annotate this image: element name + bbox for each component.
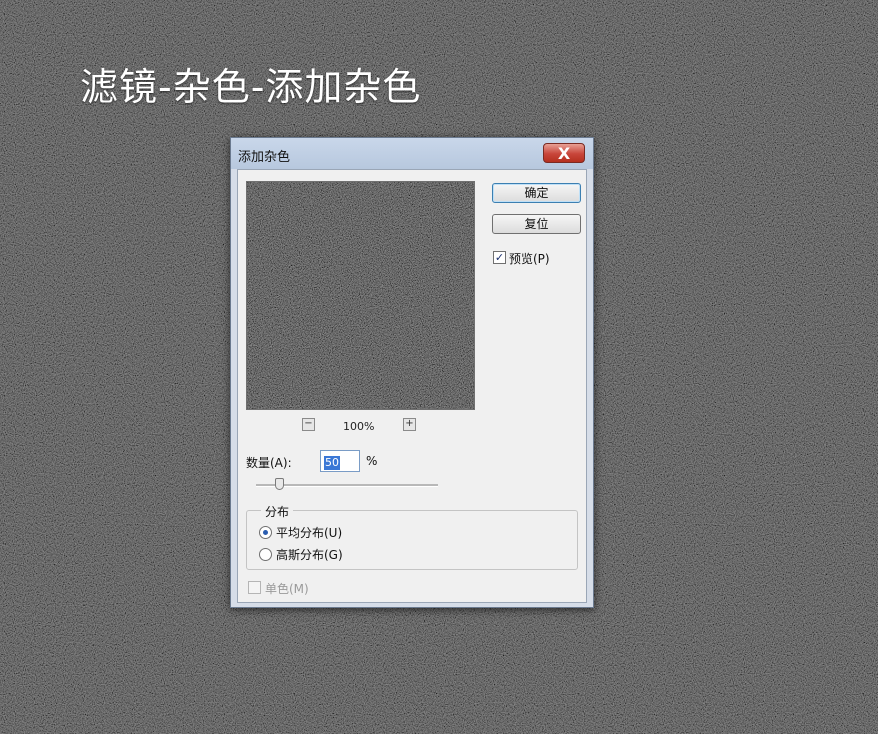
preview-checkbox[interactable]: ✓ <box>493 251 506 264</box>
gaussian-radio[interactable] <box>259 548 272 561</box>
preview-label: 预览(P) <box>509 252 550 266</box>
amount-unit: % <box>366 454 378 468</box>
amount-slider-thumb[interactable] <box>274 478 284 490</box>
uniform-radio[interactable] <box>259 526 272 539</box>
distribution-legend: 分布 <box>261 503 294 520</box>
amount-input[interactable]: 50 <box>320 450 360 472</box>
monochromatic-label: 单色(M) <box>265 582 309 596</box>
distribution-group: 分布 平均分布(U) 高斯分布(G) <box>246 503 578 570</box>
ok-button[interactable]: 确定 <box>492 183 581 203</box>
uniform-label: 平均分布(U) <box>276 526 343 540</box>
add-noise-dialog: 添加杂色 X − 100% + 确定 复位 ✓ 预览(P) 数量(A): 50 … <box>230 137 594 608</box>
close-button[interactable]: X <box>543 143 585 163</box>
zoom-out-button[interactable]: − <box>302 418 315 431</box>
dialog-titlebar[interactable]: 添加杂色 X <box>231 138 593 169</box>
preview-image[interactable] <box>246 181 475 410</box>
page-title: 滤镜-杂色-添加杂色 <box>80 65 422 109</box>
gaussian-label: 高斯分布(G) <box>276 548 343 562</box>
noise-preview-graphic <box>247 182 474 409</box>
amount-label: 数量(A): <box>246 456 292 470</box>
amount-value: 50 <box>324 456 340 470</box>
zoom-level: 100% <box>343 420 375 433</box>
dialog-title: 添加杂色 <box>238 150 291 165</box>
reset-button[interactable]: 复位 <box>492 214 581 234</box>
monochromatic-checkbox[interactable] <box>248 581 261 594</box>
zoom-in-button[interactable]: + <box>403 418 416 431</box>
dialog-content: − 100% + 确定 复位 ✓ 预览(P) 数量(A): 50 % 分布 平均… <box>237 169 587 603</box>
